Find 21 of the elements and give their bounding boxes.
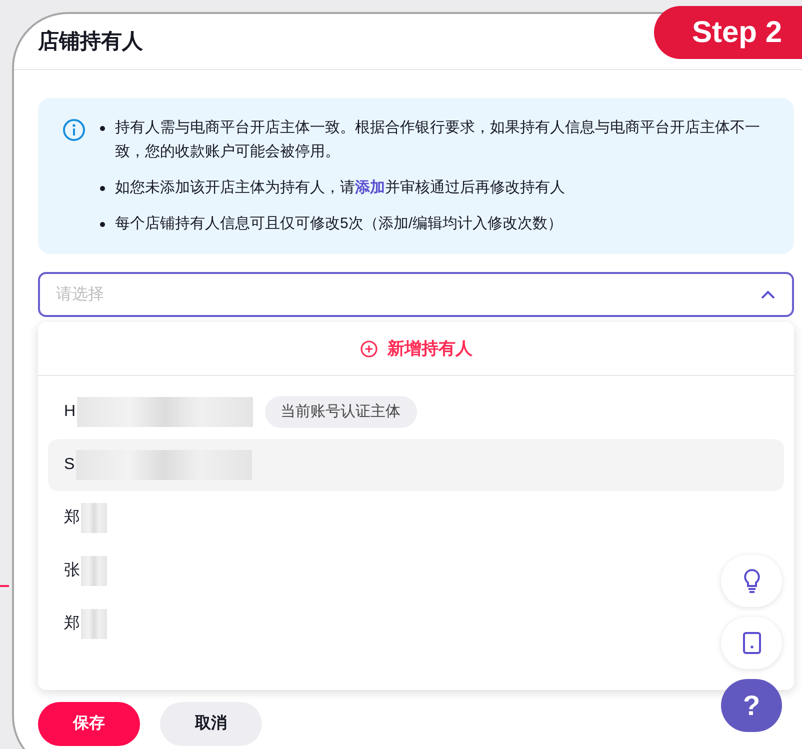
holder-name: S [64, 455, 75, 475]
save-button[interactable]: 保存 [38, 702, 140, 746]
add-holder-button[interactable]: 新增持有人 [38, 322, 794, 376]
holder-option[interactable]: 郑 [48, 598, 784, 650]
page-title: 店铺持有人 [38, 28, 143, 55]
holder-name: 郑 [64, 614, 80, 634]
select-placeholder: 请选择 [56, 284, 104, 304]
add-link[interactable]: 添加 [355, 179, 385, 196]
notice-text: 每个店铺持有人信息可且仅可修改5次（添加/编辑均计入修改次数） [115, 214, 563, 234]
account-tag: 当前账号认证主体 [264, 396, 417, 428]
holder-option[interactable]: 张 [48, 545, 784, 597]
step-label: Step 2 [692, 15, 782, 51]
holder-option[interactable]: S [48, 439, 784, 491]
notice-text: 如您未添加该开店主体为持有人，请添加并审核通过后再修改持有人 [115, 178, 565, 198]
cancel-button[interactable]: 取消 [160, 702, 262, 746]
holder-name: 郑 [64, 508, 80, 528]
holder-option[interactable]: 郑 [48, 492, 784, 544]
holder-name: H [64, 402, 76, 422]
holder-option[interactable]: H 当前账号认证主体 [48, 386, 784, 438]
notice-text: 持有人需与电商平台开店主体一致。根据合作银行要求，如果持有人信息与电商平台开店主体不一致，您的收款账户可能会被停用。 [115, 118, 761, 162]
holder-name: 张 [64, 560, 80, 581]
